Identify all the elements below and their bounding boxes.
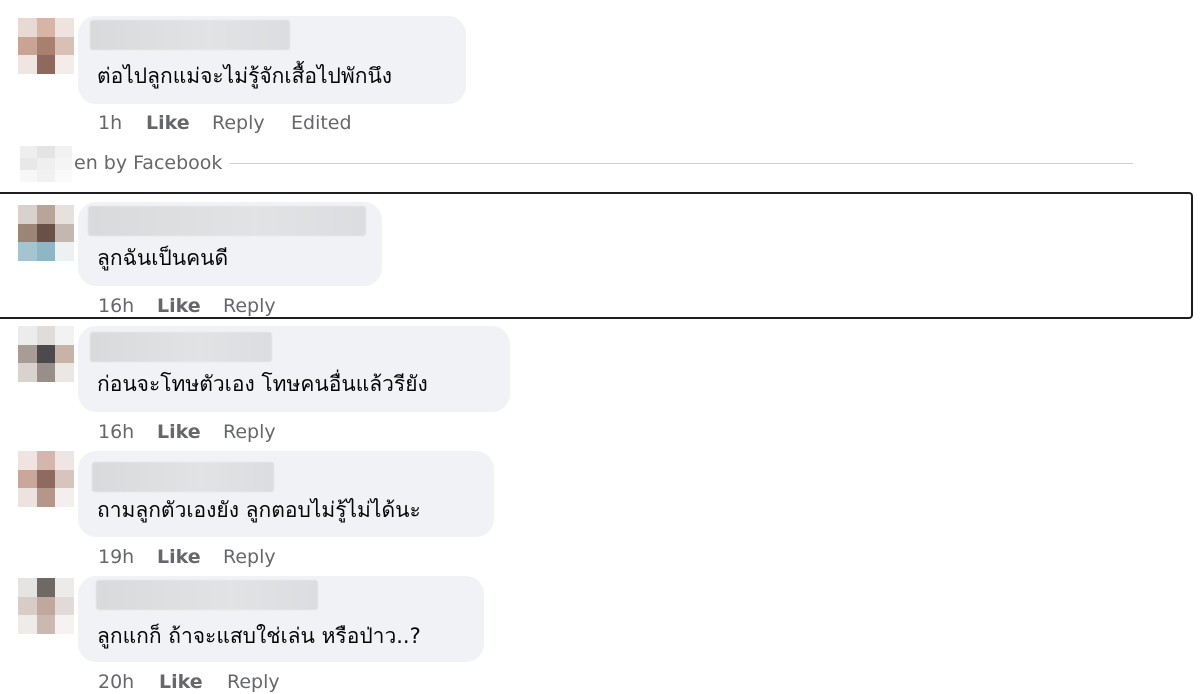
divider-line xyxy=(230,163,1133,164)
like-button[interactable]: Like xyxy=(157,294,223,318)
like-button[interactable]: Like xyxy=(146,111,212,135)
reply-button[interactable]: Reply xyxy=(223,545,276,569)
comment-text: ลูกแกก็ ถ้าจะแสบใช่เล่น หรือป่าว..? xyxy=(97,624,421,648)
comment-text: ต่อไปลูกแม่จะไม่รู้จักเสื้อไปพักนึง xyxy=(97,64,393,88)
edited-label[interactable]: Edited xyxy=(291,111,352,135)
commenter-avatar[interactable] xyxy=(18,18,74,74)
commenter-name-redacted[interactable] xyxy=(92,462,274,492)
comment-text: ถามลูกตัวเองยัง ลูกตอบไม่รู้ไม่ได้นะ xyxy=(97,498,421,522)
comment-timestamp[interactable]: 1h xyxy=(98,111,146,135)
like-button[interactable]: Like xyxy=(157,420,223,444)
hidden-by-facebook-divider: en by Facebook xyxy=(0,146,1140,182)
hidden-by-facebook-label[interactable]: en by Facebook xyxy=(74,152,222,174)
comment-actions: 16h Like Reply xyxy=(98,294,276,318)
like-button[interactable]: Like xyxy=(159,670,227,694)
like-button[interactable]: Like xyxy=(157,545,223,569)
commenter-name-redacted[interactable] xyxy=(96,580,318,610)
commenter-avatar[interactable] xyxy=(18,451,74,507)
comment-timestamp[interactable]: 20h xyxy=(98,670,159,694)
comment-actions: 20h Like Reply xyxy=(98,670,280,694)
hidden-commenter-avatar xyxy=(20,146,72,182)
reply-button[interactable]: Reply xyxy=(212,111,291,135)
comment-actions: 1h Like Reply Edited xyxy=(98,111,352,135)
commenter-avatar[interactable] xyxy=(18,326,74,382)
commenter-avatar[interactable] xyxy=(18,578,74,634)
comment-text: ก่อนจะโทษตัวเอง โทษคนอื่นแล้วรียัง xyxy=(97,372,428,396)
comment-text: ลูกฉันเป็นคนดี xyxy=(97,246,229,270)
commenter-avatar[interactable] xyxy=(18,205,74,261)
comment-timestamp[interactable]: 16h xyxy=(98,420,157,444)
commenter-name-redacted[interactable] xyxy=(90,332,272,362)
commenter-name-redacted[interactable] xyxy=(88,206,366,236)
commenter-name-redacted[interactable] xyxy=(90,20,290,50)
comment-actions: 16h Like Reply xyxy=(98,420,276,444)
reply-button[interactable]: Reply xyxy=(223,420,276,444)
comment-actions: 19h Like Reply xyxy=(98,545,276,569)
comment-timestamp[interactable]: 19h xyxy=(98,545,157,569)
comment-timestamp[interactable]: 16h xyxy=(98,294,157,318)
reply-button[interactable]: Reply xyxy=(227,670,280,694)
reply-button[interactable]: Reply xyxy=(223,294,276,318)
